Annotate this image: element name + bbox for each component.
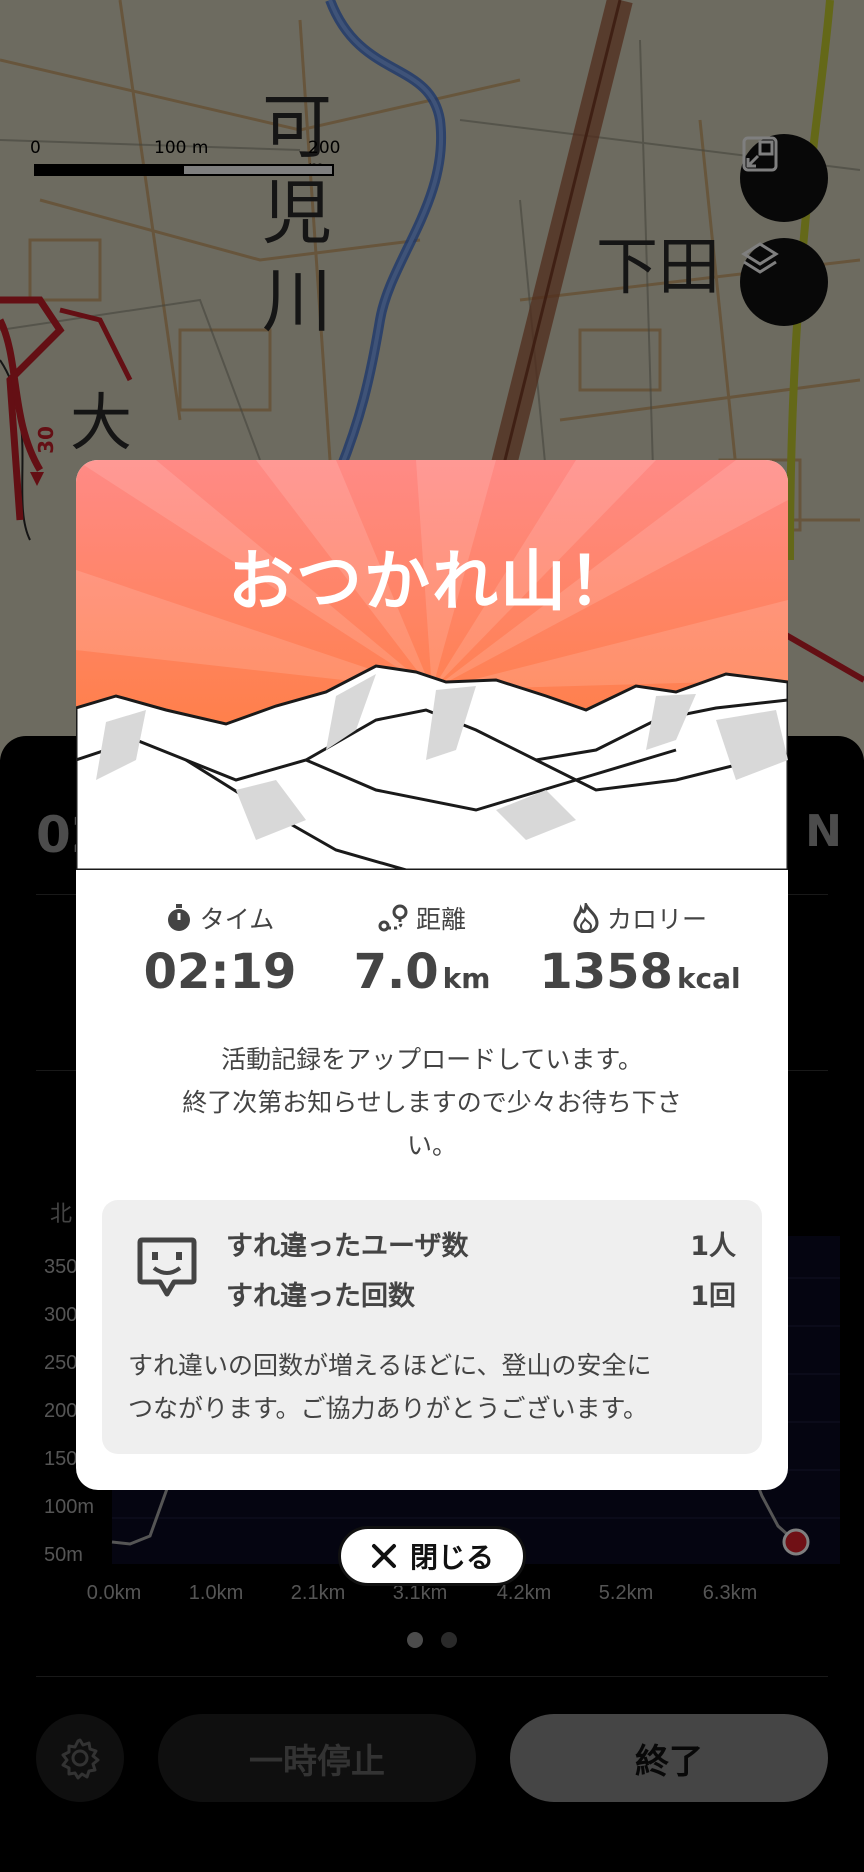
- stat-distance-value: 7.0: [353, 944, 439, 1000]
- stat-calories: カロリー 1358 kcal: [520, 900, 760, 1000]
- pass-count-label: すれ違った回数: [226, 1281, 415, 1312]
- stat-time-label: タイム: [199, 905, 275, 934]
- summary-dialog: おつかれ山！ タイム 02:19 距離 7.0 km カロリー 1358 kca…: [76, 460, 788, 1490]
- stat-calories-unit: kcal: [676, 962, 741, 995]
- pass-count-row: すれ違った回数 1回: [226, 1274, 736, 1313]
- close-button-label: 閉じる: [409, 1541, 494, 1574]
- route-pin-icon: [378, 904, 408, 932]
- stat-distance-unit: km: [442, 962, 491, 995]
- flame-icon: [573, 903, 599, 933]
- pass-by-note-line: つながります。ご協力ありがとうございます。: [128, 1394, 649, 1423]
- close-button[interactable]: 閉じる: [338, 1526, 526, 1586]
- stat-time-value: 02:19: [143, 944, 297, 1000]
- stat-calories-label: カロリー: [606, 905, 707, 934]
- upload-message-line: 活動記録をアップロードしています。: [221, 1045, 643, 1074]
- upload-message-line: 終了次第お知らせしますので少々お待ち下さ: [182, 1088, 682, 1117]
- dialog-title: おつかれ山！: [228, 543, 636, 620]
- stat-time: タイム 02:19: [110, 900, 330, 1000]
- pass-by-note-line: すれ違いの回数が増えるほどに、登山の安全に: [128, 1351, 652, 1380]
- stopwatch-icon: [167, 904, 190, 931]
- pass-by-note: すれ違いの回数が増えるほどに、登山の安全に つながります。ご協力ありがとうござい…: [128, 1344, 742, 1430]
- pass-by-face-icon: [137, 1237, 197, 1297]
- upload-message-line: い。: [406, 1131, 457, 1160]
- hero-banner: おつかれ山！: [76, 460, 788, 870]
- stat-calories-value: 1358: [539, 944, 673, 1000]
- pass-users-value: 1人: [690, 1231, 736, 1262]
- stat-distance: 距離 7.0 km: [312, 900, 532, 1000]
- pass-users-label: すれ違ったユーザ数: [226, 1231, 469, 1262]
- stats-row: タイム 02:19 距離 7.0 km カロリー 1358 kcal: [76, 900, 788, 1020]
- mountain-illustration: [76, 460, 788, 870]
- stat-distance-label: 距離: [415, 905, 466, 934]
- pass-by-info-box: すれ違ったユーザ数 1人 すれ違った回数 1回 すれ違いの回数が増えるほどに、登…: [102, 1200, 762, 1454]
- pass-users-row: すれ違ったユーザ数 1人: [226, 1224, 736, 1263]
- upload-message: 活動記録をアップロードしています。 終了次第お知らせしますので少々お待ち下さ い…: [136, 1038, 728, 1167]
- close-icon: [371, 1544, 396, 1568]
- pass-count-value: 1回: [690, 1281, 736, 1312]
